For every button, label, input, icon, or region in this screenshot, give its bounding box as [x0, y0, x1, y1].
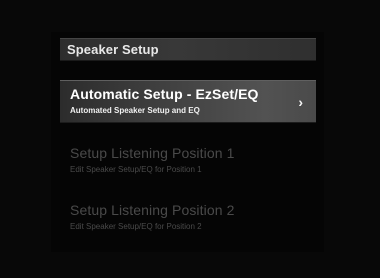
menu-item-automatic-setup[interactable]: Automatic Setup - EzSet/EQ Automated Spe…	[60, 80, 316, 123]
chevron-right-icon: ›	[298, 94, 303, 110]
menu-item-title: Setup Listening Position 2	[70, 202, 235, 218]
menu-item-listening-position-2[interactable]: Setup Listening Position 2 Edit Speaker …	[60, 197, 316, 240]
menu-item-subtitle: Edit Speaker Setup/EQ for Position 1	[70, 165, 202, 174]
page-title: Speaker Setup	[67, 42, 159, 57]
speaker-setup-screen: Speaker Setup Automatic Setup - EzSet/EQ…	[0, 0, 380, 278]
menu-item-subtitle: Edit Speaker Setup/EQ for Position 2	[70, 222, 202, 231]
menu-header: Speaker Setup	[60, 38, 316, 61]
menu-item-title: Automatic Setup - EzSet/EQ	[70, 86, 259, 102]
menu-item-listening-position-1[interactable]: Setup Listening Position 1 Edit Speaker …	[60, 140, 316, 183]
menu-item-title: Setup Listening Position 1	[70, 145, 235, 161]
menu-item-subtitle: Automated Speaker Setup and EQ	[70, 106, 200, 115]
